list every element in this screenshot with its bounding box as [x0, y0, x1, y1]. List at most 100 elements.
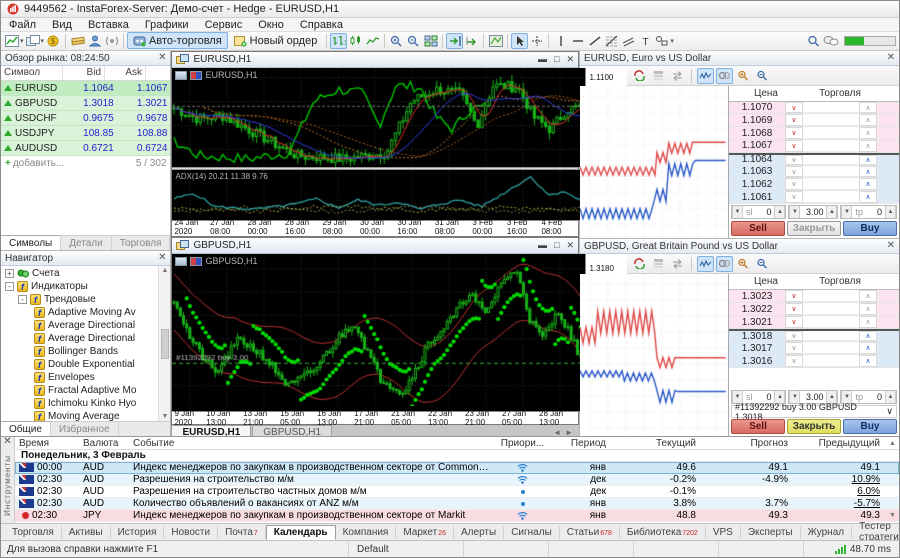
- bottom-tab-Активы[interactable]: Активы: [62, 526, 111, 539]
- close-button[interactable]: Закрыть: [787, 221, 841, 236]
- eurusd-price-plot[interactable]: EURUSD,H1: [172, 68, 585, 167]
- status-ping[interactable]: 48.70 ms: [803, 541, 899, 557]
- volume-spinner-value[interactable]: 3.00: [800, 207, 826, 217]
- transfer-icon[interactable]: [669, 256, 686, 272]
- zoom-in-icon[interactable]: [735, 256, 752, 272]
- close-icon[interactable]: ✕: [887, 241, 895, 251]
- buy-stop-chevron-icon[interactable]: ∧: [859, 114, 877, 126]
- rings-icon[interactable]: [716, 256, 733, 272]
- market-watch-row[interactable]: GBPUSD1.30181.3021: [1, 96, 170, 111]
- bottom-tab-Почта[interactable]: Почта7: [218, 526, 266, 539]
- refresh-icon[interactable]: [631, 256, 648, 272]
- person-icon[interactable]: [86, 33, 103, 49]
- bottom-tab-VPS[interactable]: VPS: [706, 526, 741, 539]
- trade-volume-cell[interactable]: [803, 166, 859, 178]
- calendar-row[interactable]: 02:30AUDКоличество объявлений о вакансия…: [15, 498, 899, 510]
- tab-scroll-right-icon[interactable]: ►: [565, 428, 573, 436]
- tree-item-average-directional[interactable]: fAverage Directional: [1, 319, 158, 332]
- tile-windows-icon[interactable]: [422, 33, 439, 49]
- tab-scroll-left-icon[interactable]: ◄: [553, 428, 561, 436]
- trade-volume-cell[interactable]: [803, 178, 859, 190]
- sell-limit-chevron-icon[interactable]: ∨: [785, 140, 803, 152]
- buy-button[interactable]: Buy: [843, 419, 897, 434]
- calendar-row[interactable]: 02:30JPYИндекс менеджеров по закупкам в …: [15, 510, 899, 522]
- tree-item-adaptive-moving-av[interactable]: fAdaptive Moving Av: [1, 306, 158, 319]
- tp-spinner-value[interactable]: 0: [863, 207, 885, 217]
- position-row[interactable]: #11392292 buy 3.00 GBPUSD 1.3018∨: [731, 405, 897, 418]
- channels-icon[interactable]: [620, 33, 637, 49]
- menu-item-Сервис[interactable]: Сервис: [197, 19, 251, 31]
- close-icon[interactable]: ✕: [158, 253, 166, 263]
- sell-stop-chevron-icon[interactable]: ∨: [785, 191, 803, 203]
- trade-volume-cell[interactable]: [803, 303, 859, 315]
- cursor-icon[interactable]: [511, 33, 528, 49]
- ladder-row-bid[interactable]: 1.1063∨∧: [729, 166, 899, 179]
- sell-stop-chevron-icon[interactable]: ∨: [785, 331, 803, 341]
- expand-icon[interactable]: -: [5, 282, 14, 291]
- trade-volume-cell[interactable]: [803, 191, 859, 203]
- market-watch-row[interactable]: AUDUSD0.67210.6724: [1, 141, 170, 156]
- broadcast-icon[interactable]: [103, 33, 120, 49]
- tick-chart-icon[interactable]: [697, 68, 714, 84]
- zoom-out-icon[interactable]: [405, 33, 422, 49]
- bottom-tab-Маркет[interactable]: Маркет26: [396, 526, 454, 539]
- bottom-tab-Календарь[interactable]: Календарь: [266, 525, 336, 540]
- tab-Избранное[interactable]: Избранное: [51, 422, 119, 436]
- sell-stop-chevron-icon[interactable]: ∨: [785, 342, 803, 354]
- close-icon[interactable]: ✕: [3, 437, 11, 447]
- line-chart-icon[interactable]: [364, 33, 381, 49]
- sell-limit-chevron-icon[interactable]: ∨: [785, 114, 803, 126]
- maximize-icon[interactable]: □: [554, 54, 559, 65]
- trade-volume-cell[interactable]: [803, 290, 859, 302]
- buy-stop-chevron-icon[interactable]: ∧: [859, 102, 877, 114]
- buy-limit-chevron-icon[interactable]: ∧: [859, 355, 877, 367]
- chart-tab-GBPUSD,H1[interactable]: GBPUSD,H1: [252, 425, 332, 436]
- buy-limit-chevron-icon[interactable]: ∧: [859, 166, 877, 178]
- ladder-row-bid[interactable]: 1.1062∨∧: [729, 178, 899, 191]
- tree-item-average-directional[interactable]: fAverage Directional: [1, 332, 158, 345]
- tick-chart-eurusd[interactable]: [580, 86, 729, 238]
- candles-chart-icon[interactable]: [347, 33, 364, 49]
- calendar-row[interactable]: 02:30AUDРазрешения на строительство част…: [15, 486, 899, 498]
- refresh-icon[interactable]: [631, 68, 648, 84]
- navigator-scrollbar[interactable]: ▲▼: [158, 266, 170, 421]
- buy-stop-chevron-icon[interactable]: ∧: [859, 316, 877, 328]
- buy-limit-chevron-icon[interactable]: ∧: [859, 331, 877, 341]
- sell-limit-chevron-icon[interactable]: ∨: [785, 102, 803, 114]
- bottom-tab-Тестер стратегий[interactable]: Тестер стратегий: [852, 526, 900, 539]
- chart-window-titlebar[interactable]: GBPUSD,H1 ▬□✕: [172, 238, 578, 254]
- tick-chart-icon[interactable]: [697, 256, 714, 272]
- expand-icon[interactable]: -: [18, 295, 27, 304]
- buy-stop-chevron-icon[interactable]: ∧: [859, 303, 877, 315]
- tree-item-трендовые[interactable]: -fТрендовые: [1, 293, 158, 306]
- sell-stop-chevron-icon[interactable]: ∨: [785, 166, 803, 178]
- sl-spinner-up-icon[interactable]: ▲: [774, 206, 785, 218]
- trade-volume-cell[interactable]: [803, 342, 859, 354]
- indicators-icon[interactable]: [487, 33, 504, 49]
- depth-icon[interactable]: [650, 256, 667, 272]
- sell-button[interactable]: Sell: [731, 419, 785, 434]
- scroll-down-icon[interactable]: ▼: [889, 512, 896, 519]
- minimize-icon[interactable]: ▬: [538, 240, 547, 251]
- ladder-row-bid[interactable]: 1.3017∨∧: [729, 342, 899, 355]
- zoom-out-icon[interactable]: [754, 68, 771, 84]
- tp-spinner-up-icon[interactable]: ▲: [885, 206, 896, 218]
- crosshair-icon[interactable]: [528, 33, 545, 49]
- buy-limit-chevron-icon[interactable]: ∧: [859, 155, 877, 165]
- tab-Торговля[interactable]: Торговля: [112, 236, 171, 250]
- market-watch-add-row[interactable]: +добавить... 5 / 302: [1, 156, 170, 171]
- chart-window-titlebar[interactable]: EURUSD,H1 ▬□✕: [172, 52, 578, 68]
- tree-item-moving-average[interactable]: fMoving Average: [1, 410, 158, 421]
- menu-item-Окно[interactable]: Окно: [250, 19, 292, 31]
- buy-stop-chevron-icon[interactable]: ∧: [859, 290, 877, 302]
- close-icon[interactable]: ✕: [566, 54, 574, 65]
- sell-button[interactable]: Sell: [731, 221, 785, 236]
- bottom-tab-Библиотека[interactable]: Библиотека7202: [620, 526, 706, 539]
- close-icon[interactable]: ✕: [158, 53, 166, 63]
- volume-spinner-down-icon[interactable]: ▼: [789, 206, 800, 218]
- sell-limit-chevron-icon[interactable]: ∨: [785, 290, 803, 302]
- zoom-in-icon[interactable]: [735, 68, 752, 84]
- scroll-thumb[interactable]: [161, 329, 169, 359]
- chart-shift-icon[interactable]: [446, 33, 463, 49]
- menu-item-Справка[interactable]: Справка: [292, 19, 351, 31]
